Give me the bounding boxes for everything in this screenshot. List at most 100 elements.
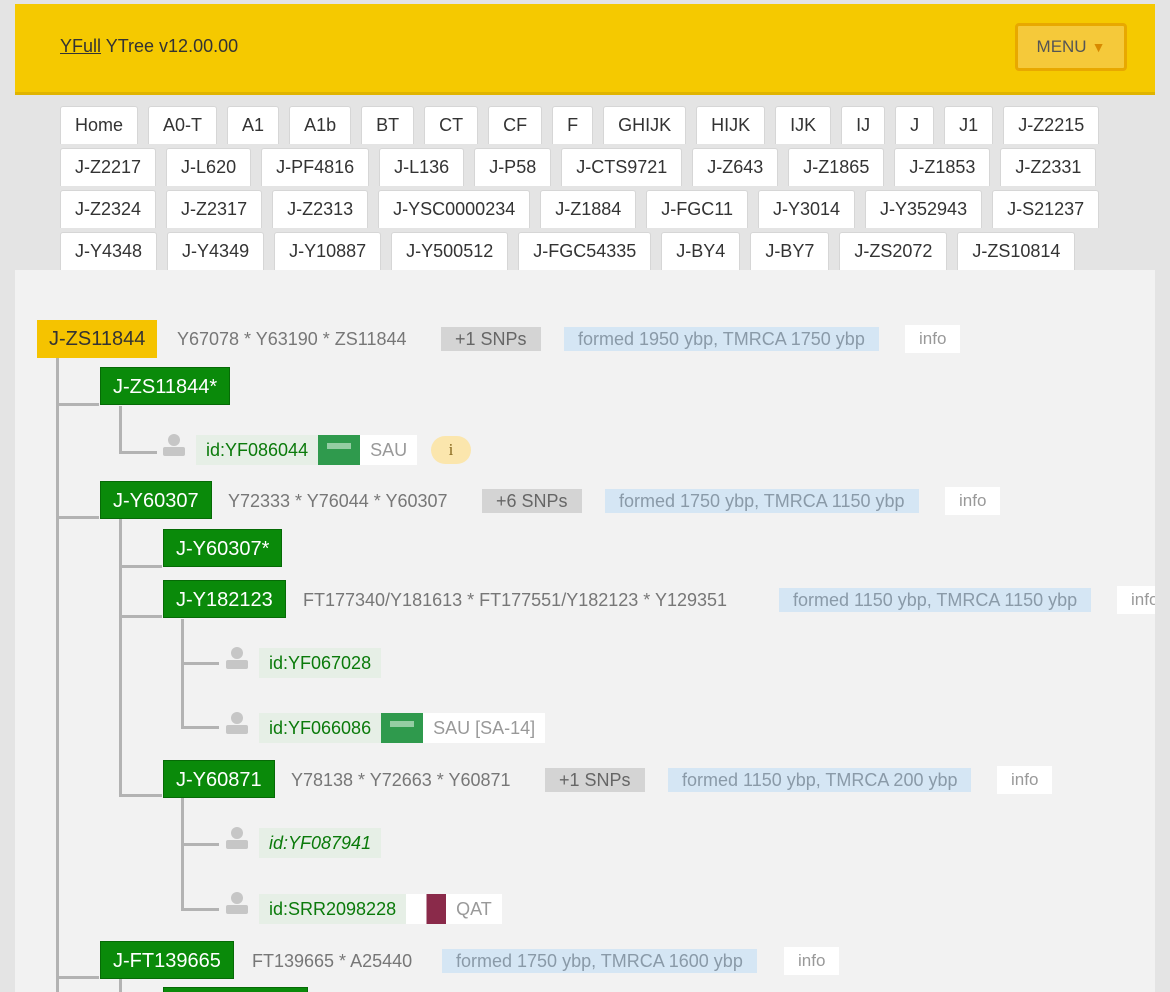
tree-panel: J-ZS11844 Y67078 * Y63190 * ZS11844 +1 S… — [15, 270, 1155, 992]
info-link[interactable]: info — [784, 947, 840, 975]
info-link[interactable]: info — [997, 766, 1053, 794]
tab-j-z643[interactable]: J-Z643 — [692, 148, 779, 186]
tab-j-y352943[interactable]: J-Y352943 — [865, 190, 983, 228]
tree-line — [181, 726, 219, 729]
tab-j-p58[interactable]: J-P58 — [474, 148, 552, 186]
info-link[interactable]: info — [945, 487, 1001, 515]
tree-line — [119, 451, 157, 454]
tab-j-fgc54335[interactable]: J-FGC54335 — [518, 232, 652, 270]
tree-line — [119, 615, 162, 618]
tree-line — [181, 619, 184, 729]
sample-info-button[interactable]: i — [431, 436, 471, 464]
menu-button[interactable]: MENU ▼ — [1015, 23, 1127, 71]
tab-ct[interactable]: CT — [424, 106, 479, 144]
tab-j-z2217[interactable]: J-Z2217 — [60, 148, 157, 186]
tab-j-z2313[interactable]: J-Z2313 — [272, 190, 369, 228]
tab-ij[interactable]: IJ — [841, 106, 886, 144]
node-j-zs11844[interactable]: J-ZS11844 — [37, 320, 158, 358]
tab-j-ysc0000234[interactable]: J-YSC0000234 — [378, 190, 531, 228]
flag-sau-icon — [381, 713, 424, 743]
site-brand: YFull YTree v12.00.00 — [60, 36, 238, 57]
snp-list: Y72333 * Y76044 * Y60307 — [228, 491, 448, 511]
tab-j-cts9721[interactable]: J-CTS9721 — [561, 148, 683, 186]
node-j-ft139665[interactable]: J-FT139665 — [100, 941, 234, 979]
tab-ghijk[interactable]: GHIJK — [603, 106, 687, 144]
tab-j[interactable]: J — [895, 106, 935, 144]
tree-line — [181, 798, 184, 911]
snp-count-badge[interactable]: +6 SNPs — [482, 489, 582, 513]
tab-j-y500512[interactable]: J-Y500512 — [391, 232, 509, 270]
tab-j-by7[interactable]: J-BY7 — [750, 232, 830, 270]
tab-ijk[interactable]: IJK — [775, 106, 832, 144]
sample-yf087941: id:YF087941 — [259, 828, 382, 858]
tab-j-y4348[interactable]: J-Y4348 — [60, 232, 158, 270]
person-icon — [224, 645, 250, 671]
tab-home[interactable]: Home — [60, 106, 139, 144]
snp-count-badge[interactable]: +1 SNPs — [545, 768, 645, 792]
flag-sau-icon — [318, 435, 361, 465]
tab-j-y3014[interactable]: J-Y3014 — [757, 190, 856, 228]
person-icon — [161, 432, 187, 458]
tab-row: J-Y4348 J-Y4349 J-Y10887 J-Y500512 J-FGC5433… — [60, 232, 1160, 274]
info-link[interactable]: info — [1117, 586, 1155, 614]
tab-a1[interactable]: A1 — [227, 106, 280, 144]
tab-j-z1853[interactable]: J-Z1853 — [894, 148, 991, 186]
tab-j-l136[interactable]: J-L136 — [379, 148, 465, 186]
tab-j-z1865[interactable]: J-Z1865 — [788, 148, 885, 186]
flag-qat-icon — [416, 894, 447, 924]
sample-id-link[interactable]: id:YF067028 — [259, 648, 382, 678]
tree-line — [181, 843, 219, 846]
sample-id-link[interactable]: id:YF066086 — [259, 713, 382, 743]
tab-cf[interactable]: CF — [488, 106, 543, 144]
tree-line — [56, 403, 99, 406]
snp-list: FT139665 * A25440 — [252, 951, 413, 971]
node-j-y182123[interactable]: J-Y182123 — [163, 580, 286, 618]
sample-id-link[interactable]: id:YF087941 — [259, 828, 382, 858]
sample-country: SAU — [370, 440, 408, 460]
yfull-link[interactable]: YFull — [60, 36, 101, 56]
tab-j1[interactable]: J1 — [944, 106, 994, 144]
tab-a1b[interactable]: A1b — [289, 106, 352, 144]
tab-j-z1884[interactable]: J-Z1884 — [540, 190, 637, 228]
node-j-y60307[interactable]: J-Y60307 — [100, 481, 212, 519]
tab-bt[interactable]: BT — [361, 106, 415, 144]
snp-count-badge[interactable]: +1 SNPs — [441, 327, 541, 351]
tab-row: Home A0-T A1 A1b BT CT CF F GHIJK HIJK IJK IJ J J1 J-Z… — [60, 106, 1160, 148]
tree-line — [119, 565, 162, 568]
tab-j-l620[interactable]: J-L620 — [166, 148, 252, 186]
tab-j-fgc11[interactable]: J-FGC11 — [646, 190, 748, 228]
tab-j-zs2072[interactable]: J-ZS2072 — [839, 232, 948, 270]
tree-line — [119, 519, 122, 797]
tab-f[interactable]: F — [552, 106, 594, 144]
sample-country: QAT — [456, 899, 492, 919]
info-link[interactable]: info — [905, 325, 961, 353]
tab-j-y10887[interactable]: J-Y10887 — [274, 232, 382, 270]
formed-age: formed 1950 ybp, TMRCA 1750 ybp — [564, 327, 879, 351]
tab-j-y4349[interactable]: J-Y4349 — [167, 232, 265, 270]
formed-age: formed 1750 ybp, TMRCA 1150 ybp — [605, 489, 919, 513]
sample-id-link[interactable]: id:YF086044 — [196, 435, 319, 465]
tab-j-z2215[interactable]: J-Z2215 — [1003, 106, 1100, 144]
tab-row: J-Z2217 J-L620 J-PF4816 J-L136 J-P58 J-CTS972… — [60, 148, 1160, 190]
tab-j-z2331[interactable]: J-Z2331 — [1000, 148, 1097, 186]
node-j-y60871[interactable]: J-Y60871 — [163, 760, 275, 798]
formed-age: formed 1750 ybp, TMRCA 1600 ybp — [442, 949, 757, 973]
sample-yf066086: id:YF066086 SAU [SA-14] — [259, 713, 546, 743]
node-j-y60307-star[interactable]: J-Y60307* — [163, 529, 283, 567]
tab-j-s21237[interactable]: J-S21237 — [992, 190, 1100, 228]
tab-j-zs10814[interactable]: J-ZS10814 — [957, 232, 1076, 270]
node-partial[interactable] — [163, 987, 308, 992]
person-icon — [224, 890, 250, 916]
node-j-zs11844-star[interactable]: J-ZS11844* — [100, 367, 231, 405]
sample-id-link[interactable]: id:SRR2098228 — [259, 894, 407, 924]
person-icon — [224, 825, 250, 851]
tab-a0-t[interactable]: A0-T — [148, 106, 218, 144]
tab-j-z2317[interactable]: J-Z2317 — [166, 190, 263, 228]
tab-hijk[interactable]: HIJK — [696, 106, 766, 144]
person-icon — [224, 710, 250, 736]
tab-j-pf4816[interactable]: J-PF4816 — [261, 148, 370, 186]
tab-row: J-Z2324 J-Z2317 J-Z2313 J-YSC0000234 J-Z1884… — [60, 190, 1160, 232]
tab-j-z2324[interactable]: J-Z2324 — [60, 190, 157, 228]
tab-j-by4[interactable]: J-BY4 — [661, 232, 741, 270]
formed-age: formed 1150 ybp, TMRCA 200 ybp — [668, 768, 972, 792]
